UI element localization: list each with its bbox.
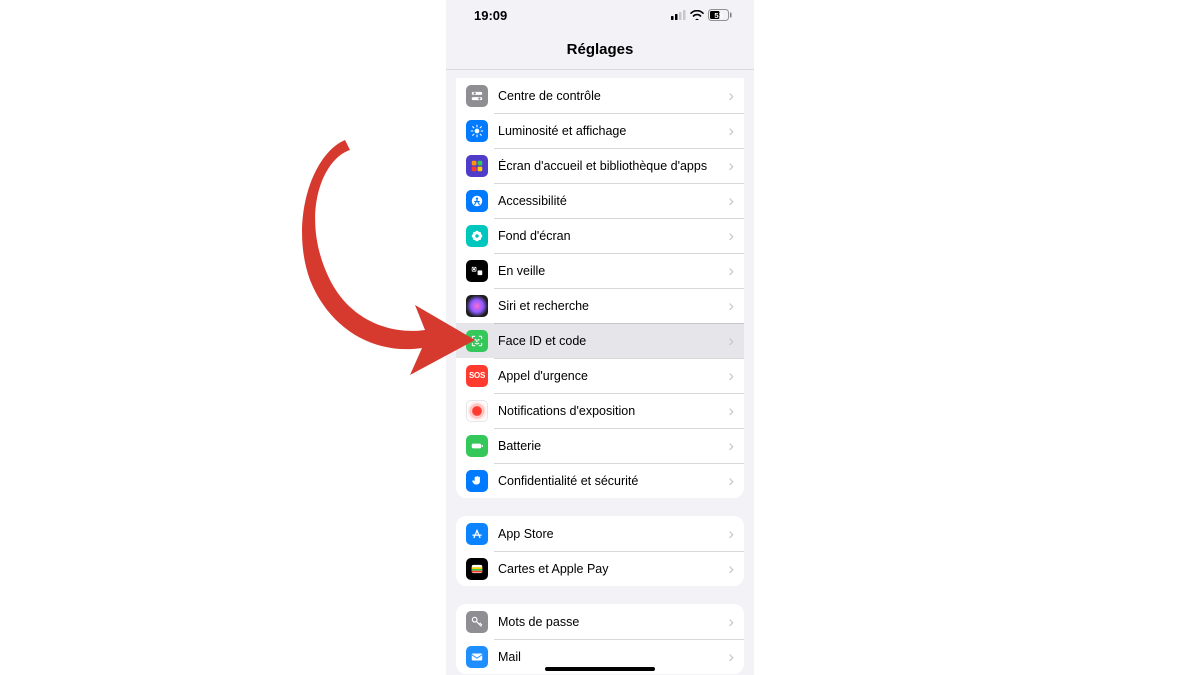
wallet-icon bbox=[466, 558, 488, 580]
chevron-right-icon: › bbox=[728, 297, 734, 314]
row-label: Confidentialité et sécurité bbox=[498, 474, 724, 488]
settings-group: App Store › Cartes et Apple Pay › bbox=[456, 516, 744, 586]
row-label: Batterie bbox=[498, 439, 724, 453]
settings-row-appstore[interactable]: App Store › bbox=[456, 516, 744, 551]
chevron-right-icon: › bbox=[728, 613, 734, 630]
mail-icon bbox=[466, 646, 488, 668]
wallpaper-icon bbox=[466, 225, 488, 247]
battery-icon bbox=[466, 435, 488, 457]
row-label: Mail bbox=[498, 650, 724, 664]
row-label: Mots de passe bbox=[498, 615, 724, 629]
row-label: En veille bbox=[498, 264, 724, 278]
brightness-icon bbox=[466, 120, 488, 142]
settings-row-faceid[interactable]: Face ID et code › bbox=[456, 323, 744, 358]
appstore-icon bbox=[466, 523, 488, 545]
settings-row-exposure[interactable]: Notifications d'exposition › bbox=[456, 393, 744, 428]
chevron-right-icon: › bbox=[728, 367, 734, 384]
home-indicator[interactable] bbox=[545, 667, 655, 671]
settings-row-wallet[interactable]: Cartes et Apple Pay › bbox=[456, 551, 744, 586]
settings-group: Centre de contrôle›Luminosité et afficha… bbox=[456, 78, 744, 498]
settings-row-sos[interactable]: SOS Appel d'urgence › bbox=[456, 358, 744, 393]
chevron-right-icon: › bbox=[728, 157, 734, 174]
settings-group: Mots de passe › Mail › bbox=[456, 604, 744, 674]
status-time: 19:09 bbox=[474, 8, 507, 23]
status-bar: 19:09 53 bbox=[446, 0, 754, 30]
settings-row-homescreen[interactable]: Écran d'accueil et bibliothèque d'apps › bbox=[456, 148, 744, 183]
settings-row-siri[interactable]: Siri et recherche › bbox=[456, 288, 744, 323]
row-label: Cartes et Apple Pay bbox=[498, 562, 724, 576]
exposure-icon bbox=[466, 400, 488, 422]
phone-frame: 19:09 53 Réglages Centre de contrôle›Lum… bbox=[446, 0, 754, 675]
row-label: Face ID et code bbox=[498, 334, 724, 348]
chevron-right-icon: › bbox=[728, 192, 734, 209]
row-label: Fond d'écran bbox=[498, 229, 724, 243]
row-label: Écran d'accueil et bibliothèque d'apps bbox=[498, 159, 724, 173]
row-label: App Store bbox=[498, 527, 724, 541]
settings-list[interactable]: Centre de contrôle›Luminosité et afficha… bbox=[446, 70, 754, 675]
chevron-right-icon: › bbox=[728, 472, 734, 489]
passwords-icon bbox=[466, 611, 488, 633]
chevron-right-icon: › bbox=[728, 122, 734, 139]
sos-icon: SOS bbox=[466, 365, 488, 387]
siri-icon bbox=[466, 295, 488, 317]
settings-row-battery[interactable]: Batterie › bbox=[456, 428, 744, 463]
control-center-icon bbox=[466, 85, 488, 107]
accessibility-icon bbox=[466, 190, 488, 212]
row-label: Notifications d'exposition bbox=[498, 404, 724, 418]
chevron-right-icon: › bbox=[728, 525, 734, 542]
chevron-right-icon: › bbox=[728, 227, 734, 244]
settings-row-brightness[interactable]: Luminosité et affichage › bbox=[456, 113, 744, 148]
privacy-icon bbox=[466, 470, 488, 492]
page-title: Réglages bbox=[567, 41, 634, 58]
settings-row-control-center[interactable]: Centre de contrôle › bbox=[456, 78, 744, 113]
wifi-icon bbox=[690, 10, 704, 20]
row-label: Luminosité et affichage bbox=[498, 124, 724, 138]
nav-bar: Réglages bbox=[446, 30, 754, 70]
chevron-right-icon: › bbox=[728, 332, 734, 349]
settings-row-wallpaper[interactable]: Fond d'écran › bbox=[456, 218, 744, 253]
homescreen-icon bbox=[466, 155, 488, 177]
chevron-right-icon: › bbox=[728, 648, 734, 665]
battery-status-icon: 53 bbox=[708, 9, 732, 21]
chevron-right-icon: › bbox=[728, 402, 734, 419]
cellular-signal-icon bbox=[671, 10, 686, 20]
row-label: Appel d'urgence bbox=[498, 369, 724, 383]
row-label: Accessibilité bbox=[498, 194, 724, 208]
row-label: Siri et recherche bbox=[498, 299, 724, 313]
battery-percent-text: 53 bbox=[714, 11, 722, 20]
status-right: 53 bbox=[671, 9, 732, 21]
faceid-icon bbox=[466, 330, 488, 352]
standby-icon bbox=[466, 260, 488, 282]
chevron-right-icon: › bbox=[728, 437, 734, 454]
settings-row-standby[interactable]: En veille › bbox=[456, 253, 744, 288]
settings-row-passwords[interactable]: Mots de passe › bbox=[456, 604, 744, 639]
chevron-right-icon: › bbox=[728, 87, 734, 104]
chevron-right-icon: › bbox=[728, 560, 734, 577]
chevron-right-icon: › bbox=[728, 262, 734, 279]
row-label: Centre de contrôle bbox=[498, 89, 724, 103]
settings-row-accessibility[interactable]: Accessibilité › bbox=[456, 183, 744, 218]
settings-row-privacy[interactable]: Confidentialité et sécurité › bbox=[456, 463, 744, 498]
